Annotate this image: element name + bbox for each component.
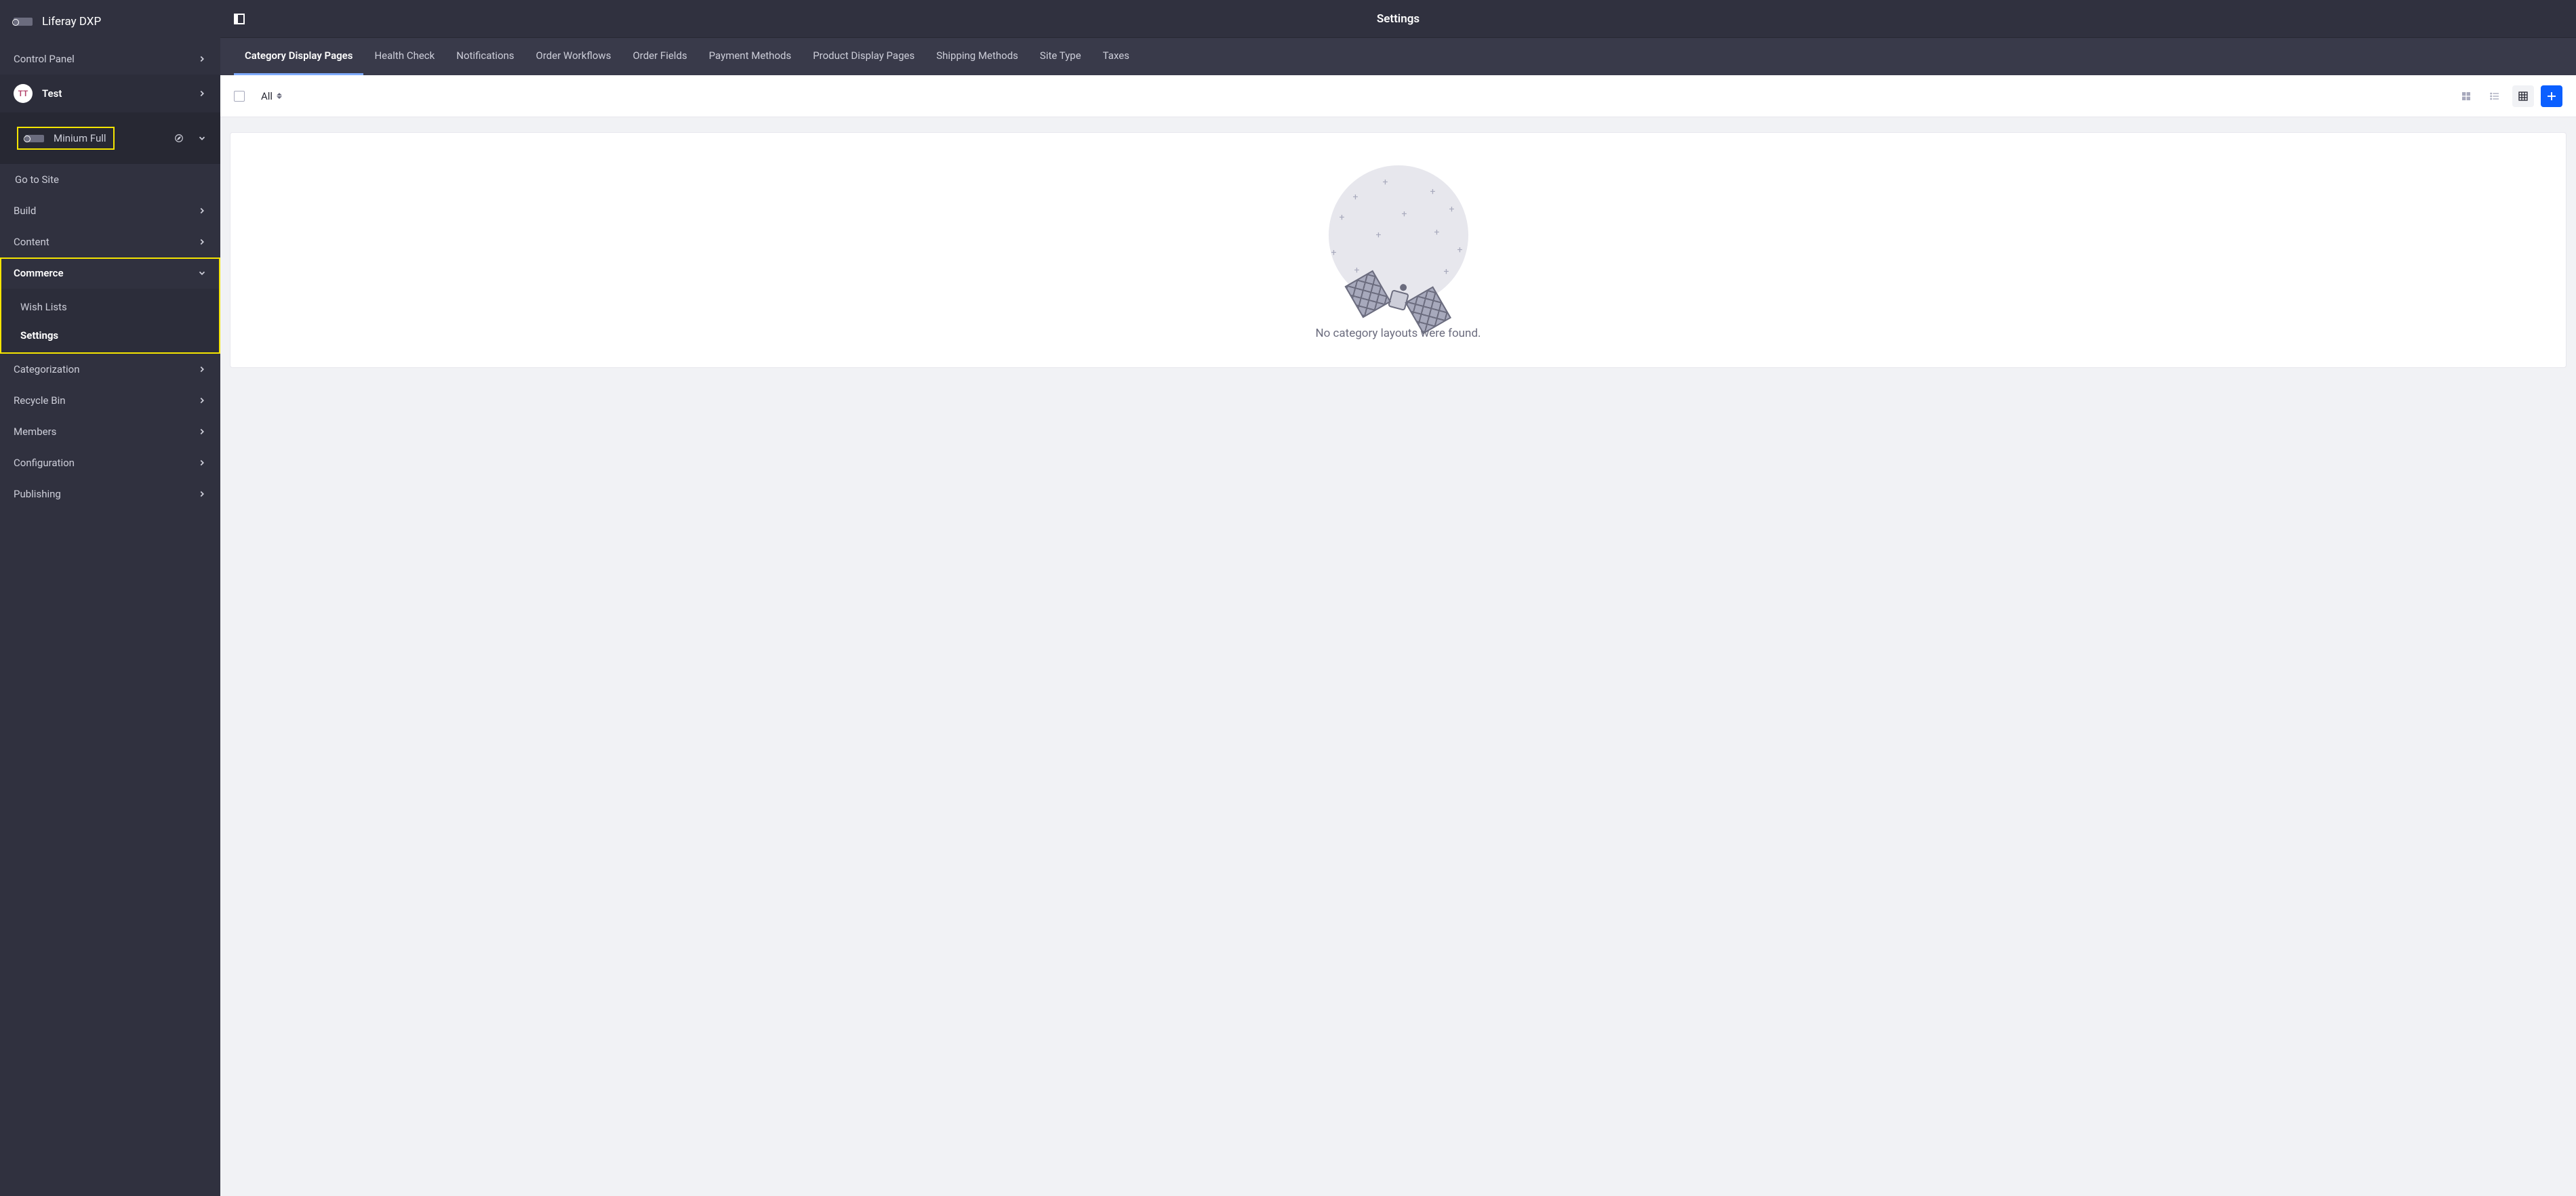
topbar: Settings bbox=[220, 0, 2576, 37]
sidebar-item-recycle-bin[interactable]: Recycle Bin bbox=[0, 385, 220, 416]
empty-state-graphic: + + + + + + + + + + + + bbox=[1329, 165, 1468, 305]
tab-category-display-pages[interactable]: Category Display Pages bbox=[234, 38, 363, 75]
tab-notifications[interactable]: Notifications bbox=[445, 38, 525, 75]
sidebar-item-go-to-site[interactable]: Go to Site bbox=[0, 164, 220, 195]
sidebar-item-current-site[interactable]: Minium Full bbox=[0, 112, 220, 164]
tab-label: Category Display Pages bbox=[245, 49, 353, 62]
empty-state-message: No category layouts were found. bbox=[1315, 327, 1481, 340]
satellite-icon bbox=[1388, 289, 1409, 311]
filter-label: All bbox=[261, 90, 273, 102]
sidebar-item-configuration[interactable]: Configuration bbox=[0, 447, 220, 478]
tab-label: Product Display Pages bbox=[813, 49, 914, 62]
add-button[interactable] bbox=[2541, 85, 2562, 107]
tab-taxes[interactable]: Taxes bbox=[1092, 38, 1140, 75]
sidebar-item-label: Go to Site bbox=[15, 173, 59, 186]
toolbar: All bbox=[220, 75, 2576, 117]
sort-caret-icon bbox=[277, 93, 282, 99]
tabbar: Category Display Pages Health Check Noti… bbox=[220, 37, 2576, 75]
chevron-right-icon bbox=[197, 489, 207, 499]
tab-label: Site Type bbox=[1040, 49, 1081, 62]
plus-icon bbox=[2545, 90, 2558, 102]
sidebar-item-label: Recycle Bin bbox=[14, 394, 66, 407]
chevron-down-icon bbox=[197, 268, 207, 278]
tab-label: Shipping Methods bbox=[936, 49, 1018, 62]
avatar: TT bbox=[14, 84, 33, 103]
site-name: Minium Full bbox=[54, 132, 106, 144]
site-highlight-box: Minium Full bbox=[17, 127, 115, 150]
sidebar-item-label: Publishing bbox=[14, 488, 61, 500]
filter-dropdown[interactable]: All bbox=[256, 87, 287, 105]
sidebar: Liferay DXP Control Panel TT Test Minium… bbox=[0, 0, 220, 1196]
site-logo-icon bbox=[25, 135, 44, 142]
tab-label: Order Workflows bbox=[536, 49, 611, 62]
chevron-right-icon bbox=[197, 206, 207, 215]
brand-area[interactable]: Liferay DXP bbox=[0, 0, 220, 43]
sidebar-item-label: Commerce bbox=[14, 267, 64, 279]
chevron-right-icon bbox=[197, 237, 207, 247]
commerce-submenu: Wish Lists Settings bbox=[0, 289, 220, 354]
sidebar-item-label: Members bbox=[14, 426, 56, 438]
sidebar-item-members[interactable]: Members bbox=[0, 416, 220, 447]
sidebar-item-user[interactable]: TT Test bbox=[0, 75, 220, 112]
tab-order-fields[interactable]: Order Fields bbox=[622, 38, 698, 75]
tab-product-display-pages[interactable]: Product Display Pages bbox=[802, 38, 925, 75]
select-all-checkbox[interactable] bbox=[234, 91, 245, 102]
brand-title: Liferay DXP bbox=[42, 15, 101, 28]
brand-logo-icon bbox=[14, 18, 33, 26]
chevron-right-icon bbox=[197, 89, 207, 98]
chevron-right-icon bbox=[197, 365, 207, 374]
sidebar-item-label: Configuration bbox=[14, 457, 75, 469]
chevron-right-icon bbox=[197, 458, 207, 468]
empty-state-card: + + + + + + + + + + + + bbox=[230, 132, 2567, 368]
tab-site-type[interactable]: Site Type bbox=[1029, 38, 1092, 75]
sidebar-item-label: Categorization bbox=[14, 363, 80, 375]
panel-toggle-icon[interactable] bbox=[234, 14, 245, 24]
compass-icon[interactable] bbox=[174, 133, 184, 143]
view-cards-button[interactable] bbox=[2455, 85, 2477, 107]
sidebar-item-build[interactable]: Build bbox=[0, 195, 220, 226]
sidebar-item-publishing[interactable]: Publishing bbox=[0, 478, 220, 510]
sidebar-item-label: Settings bbox=[20, 329, 58, 342]
chevron-right-icon bbox=[197, 396, 207, 405]
tab-label: Order Fields bbox=[632, 49, 687, 62]
chevron-right-icon bbox=[197, 427, 207, 436]
chevron-down-icon[interactable] bbox=[197, 133, 207, 143]
tab-label: Payment Methods bbox=[709, 49, 792, 62]
tab-health-check[interactable]: Health Check bbox=[363, 38, 445, 75]
tab-order-workflows[interactable]: Order Workflows bbox=[525, 38, 622, 75]
content-area: + + + + + + + + + + + + bbox=[220, 117, 2576, 1196]
tab-shipping-methods[interactable]: Shipping Methods bbox=[925, 38, 1029, 75]
tab-label: Health Check bbox=[374, 49, 435, 62]
main-area: Settings Category Display Pages Health C… bbox=[220, 0, 2576, 1196]
view-list-button[interactable] bbox=[2484, 85, 2505, 107]
user-name: Test bbox=[42, 87, 62, 100]
sidebar-item-label: Control Panel bbox=[14, 53, 75, 65]
view-table-button[interactable] bbox=[2512, 85, 2534, 107]
sidebar-section-commerce: Commerce Wish Lists Settings bbox=[0, 257, 220, 354]
page-title: Settings bbox=[245, 12, 2552, 26]
chevron-right-icon bbox=[197, 54, 207, 64]
sidebar-item-categorization[interactable]: Categorization bbox=[0, 354, 220, 385]
tab-label: Taxes bbox=[1103, 49, 1129, 62]
tab-payment-methods[interactable]: Payment Methods bbox=[698, 38, 803, 75]
sidebar-item-control-panel[interactable]: Control Panel bbox=[0, 43, 220, 75]
sidebar-item-label: Content bbox=[14, 236, 49, 248]
sidebar-item-wishlists[interactable]: Wish Lists bbox=[0, 293, 220, 321]
tab-label: Notifications bbox=[456, 49, 514, 62]
sidebar-item-settings[interactable]: Settings bbox=[0, 321, 220, 350]
sidebar-item-commerce[interactable]: Commerce bbox=[0, 257, 220, 289]
sidebar-item-content[interactable]: Content bbox=[0, 226, 220, 257]
sidebar-item-label: Wish Lists bbox=[20, 301, 67, 313]
sidebar-item-label: Build bbox=[14, 205, 36, 217]
